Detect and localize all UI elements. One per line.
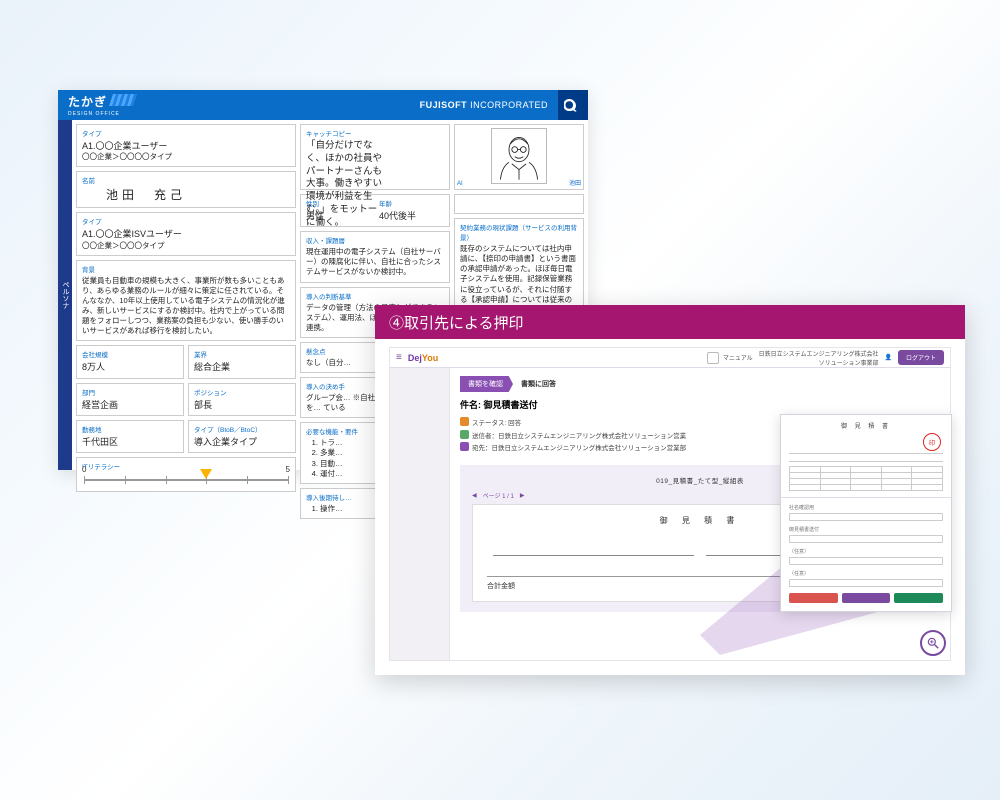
form-input[interactable] [789,579,943,587]
type2-box: タイプ A1.〇〇企業ISVユーザー 〇〇企業＞〇〇〇タイプ [76,212,296,255]
magnify-icon[interactable] [920,630,946,656]
literacy-pointer-icon [200,469,212,479]
approve-button[interactable] [842,593,891,603]
app-logo[interactable]: DejYou [408,353,438,363]
type-box: タイプ A1.〇〇企業ユーザー 〇〇企業＞〇〇〇〇タイプ [76,124,296,167]
persona-header: たかぎ DESIGN OFFICE FUJISOFT INCORPORATED [58,90,588,120]
app-sidebar[interactable] [390,368,450,660]
bulk-approve-button[interactable] [894,593,943,603]
brand-flag-icon [109,94,137,106]
literacy-box: ITリテラシー 0 5 [76,457,296,492]
preview-panel: 御 見 積 書 印 社名確認用 [780,414,952,612]
next-page-icon: ▶ [520,492,525,499]
brand-sub: DESIGN OFFICE [68,111,135,117]
challenge-box: 収入・課題層 現在運用中の電子システム（自社サーバー）の陳腐化に伴い、自社に合っ… [300,231,450,282]
form-input[interactable] [789,513,943,521]
portrait-box: AI 池田 [454,124,584,190]
subject-line: 件名: 御見積書送付 [460,398,940,411]
manual-link[interactable]: マニュアル [707,352,753,364]
background-box: 背景 従業員も目動車の規模も大きく、事業所が数も多いこともあり、あらゆる業務のル… [76,260,296,342]
catchcopy-box: キャッチコピー 「自分だけでなく、ほかの社員やパートナーさんも大事。働きやすい環… [300,124,450,190]
brand-name: たかぎ [68,95,107,109]
app-content: 書類を確認 書類に回答 件名: 御見積書送付 ステータス: 回答 送信者：日鉄日… [450,368,950,660]
literacy-scale: 0 5 [84,475,288,485]
slide-title: ④取引先による押印 [375,305,965,339]
sender-icon [460,430,469,439]
reject-button[interactable] [789,593,838,603]
step-confirm[interactable]: 書類を確認 [460,376,513,392]
hamburger-icon[interactable]: ≡ [396,352,402,363]
book-icon [707,352,719,364]
org-display: 日鉄日立システムエンジニアリング株式会社 ソリューション事業部 [759,349,879,367]
step-reply[interactable]: 書類に回答 [513,376,564,392]
corp-name: FUJISOFT INCORPORATED [420,100,548,110]
persona-name: 池田 充己 [82,187,290,203]
stamp-icon: 印 [923,433,941,451]
app-topbar: ≡ DejYou マニュアル 日鉄日立システムエンジニアリング株式会社 ソリュー… [390,348,950,368]
form-input[interactable] [789,535,943,543]
app-window: ≡ DejYou マニュアル 日鉄日立システムエンジニアリング株式会社 ソリュー… [389,347,951,661]
corp-logo-icon [558,90,588,120]
form-input[interactable] [789,557,943,565]
preview-form: 社名確認用 御見積書送付 （任意） （任意） [781,497,951,611]
side-tab[interactable]: ペルソナ [58,120,72,470]
user-icon[interactable]: 👤 [885,354,892,361]
name-box: 名前 池田 充己 [76,171,296,208]
logout-button[interactable]: ログアウト [898,350,944,365]
persona-portrait-icon [491,128,547,184]
preview-table [789,466,943,491]
status-icon [460,417,469,426]
breadcrumb: 書類を確認 書類に回答 [460,376,940,392]
recipient-icon [460,442,469,451]
screenshot-card: ④取引先による押印 ≡ DejYou マニュアル 日鉄日立システムエンジニアリン… [375,305,965,675]
prev-page-icon: ◀ [472,492,477,499]
